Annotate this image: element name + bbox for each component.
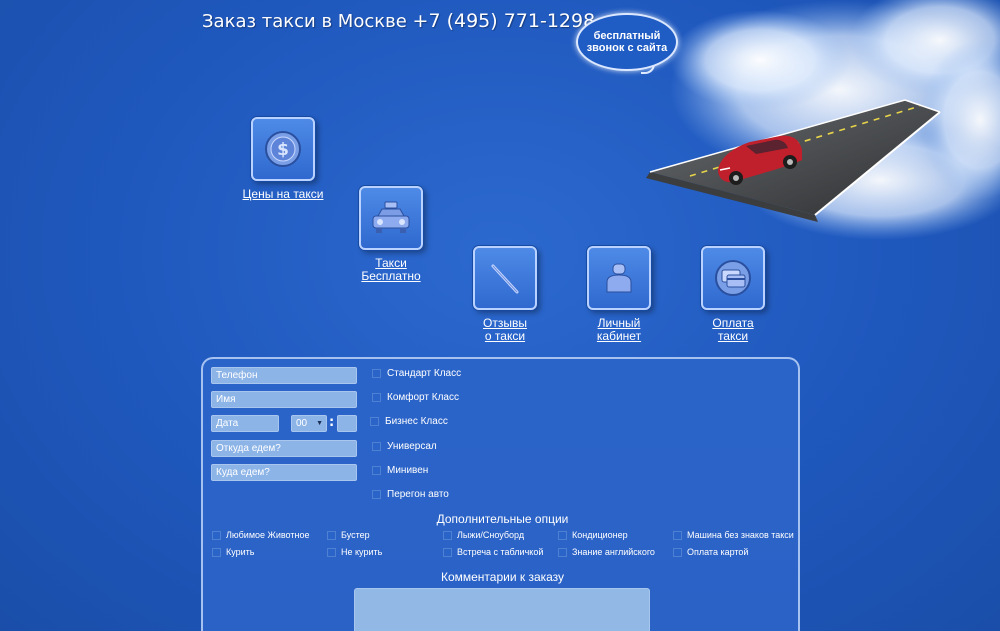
name-field[interactable]: Имя bbox=[211, 391, 357, 408]
minute-field[interactable] bbox=[337, 415, 357, 432]
checkbox[interactable] bbox=[443, 530, 452, 540]
option-smoking[interactable]: Курить bbox=[212, 547, 255, 557]
nav-payment-line1: Оплата bbox=[712, 316, 754, 330]
to-field[interactable]: Куда едем? bbox=[211, 464, 357, 481]
option-non-smoking[interactable]: Не курить bbox=[327, 547, 382, 557]
checkbox[interactable] bbox=[372, 466, 381, 475]
option-label: Бустер bbox=[341, 530, 370, 540]
nav-cabinet-label[interactable]: Личный кабинет bbox=[580, 317, 658, 343]
car-class-label: Универсал bbox=[387, 441, 437, 452]
nav-reviews-label[interactable]: Отзывы о такси bbox=[466, 317, 544, 343]
date-field[interactable]: Дата bbox=[211, 415, 279, 432]
option-label: Машина без знаков такси bbox=[687, 530, 794, 540]
nav-reviews-line1: Отзывы bbox=[483, 316, 527, 330]
nav-cabinet[interactable]: Личный кабинет bbox=[580, 246, 658, 343]
pen-icon bbox=[491, 264, 519, 294]
car-class-comfort[interactable]: Комфорт Класс bbox=[372, 392, 459, 403]
nav-reviews[interactable]: Отзывы о такси bbox=[466, 246, 544, 343]
car-class-wagon[interactable]: Универсал bbox=[372, 441, 437, 452]
option-english[interactable]: Знание английского bbox=[558, 547, 655, 557]
payment-cards-icon bbox=[715, 260, 751, 296]
option-label: Любимое Животное bbox=[226, 530, 310, 540]
hour-select-value: 00 bbox=[296, 418, 308, 429]
option-meet-sign[interactable]: Встреча с табличкой bbox=[443, 547, 543, 557]
nav-free-taxi-label[interactable]: Такси Бесплатно bbox=[352, 257, 430, 283]
taxi-car-icon bbox=[372, 201, 410, 233]
reviews-tile[interactable] bbox=[473, 246, 537, 310]
cabinet-tile[interactable] bbox=[587, 246, 651, 310]
option-label: Кондиционер bbox=[572, 530, 628, 540]
car-class-label: Бизнес Класс bbox=[385, 416, 448, 427]
car-class-label: Стандарт Класс bbox=[387, 368, 462, 379]
time-separator: : bbox=[329, 415, 335, 430]
option-ac[interactable]: Кондиционер bbox=[558, 530, 628, 540]
option-booster[interactable]: Бустер bbox=[327, 530, 370, 540]
car-class-minivan[interactable]: Минивен bbox=[372, 465, 428, 476]
checkbox[interactable] bbox=[372, 369, 381, 378]
option-label: Курить bbox=[226, 547, 255, 557]
nav-prices[interactable]: $ Цены на такси bbox=[240, 117, 326, 201]
free-taxi-tile[interactable] bbox=[359, 186, 423, 250]
checkbox[interactable] bbox=[372, 393, 381, 402]
car-class-transfer[interactable]: Перегон авто bbox=[372, 489, 449, 500]
user-icon bbox=[606, 263, 632, 293]
callback-label: бесплатный звонок с сайта bbox=[586, 30, 668, 54]
comment-textarea[interactable] bbox=[354, 588, 650, 631]
nav-prices-label[interactable]: Цены на такси bbox=[240, 188, 326, 201]
options-title: Дополнительные опции bbox=[436, 512, 569, 526]
prices-tile[interactable]: $ bbox=[251, 117, 315, 181]
callback-button[interactable]: бесплатный звонок с сайта bbox=[576, 13, 678, 71]
from-field[interactable]: Откуда едем? bbox=[211, 440, 357, 457]
nav-cabinet-line2: кабинет bbox=[596, 329, 642, 343]
nav-reviews-line2: о такси bbox=[484, 329, 526, 343]
chevron-down-icon: ▼ bbox=[316, 420, 323, 427]
nav-payment[interactable]: Оплата такси bbox=[694, 246, 772, 343]
option-label: Лыжи/Сноуборд bbox=[457, 530, 525, 540]
nav-free-taxi[interactable]: Такси Бесплатно bbox=[352, 186, 430, 283]
option-pet[interactable]: Любимое Животное bbox=[212, 530, 309, 540]
option-unmarked[interactable]: Машина без знаков такси bbox=[673, 530, 794, 540]
checkbox[interactable] bbox=[212, 547, 221, 557]
checkbox[interactable] bbox=[558, 530, 567, 540]
checkbox[interactable] bbox=[673, 547, 682, 557]
nav-payment-label[interactable]: Оплата такси bbox=[694, 317, 772, 343]
option-label: Знание английского bbox=[572, 547, 655, 557]
checkbox[interactable] bbox=[443, 547, 452, 557]
car-class-label: Перегон авто bbox=[387, 489, 449, 500]
checkbox[interactable] bbox=[212, 530, 221, 540]
page-title: Заказ такси в Москве +7 (495) 771-1298 bbox=[202, 10, 595, 32]
car-class-business[interactable]: Бизнес Класс bbox=[370, 416, 448, 427]
header-title-text: Заказ такси в Москве bbox=[202, 11, 407, 32]
checkbox[interactable] bbox=[372, 442, 381, 451]
payment-tile[interactable] bbox=[701, 246, 765, 310]
hour-select[interactable]: 00 ▼ bbox=[291, 415, 327, 432]
order-form: Телефон Имя Дата 00 ▼ : Откуда едем? Куд… bbox=[201, 357, 800, 631]
nav-payment-line2: такси bbox=[717, 329, 749, 343]
checkbox[interactable] bbox=[372, 490, 381, 499]
checkbox[interactable] bbox=[673, 530, 682, 540]
checkbox[interactable] bbox=[370, 417, 379, 426]
checkbox[interactable] bbox=[327, 547, 336, 557]
nav-free-taxi-line2: Бесплатно bbox=[361, 269, 421, 283]
phone-field[interactable]: Телефон bbox=[211, 367, 357, 384]
nav-cabinet-line1: Личный bbox=[597, 316, 641, 330]
checkbox[interactable] bbox=[327, 530, 336, 540]
option-card-payment[interactable]: Оплата картой bbox=[673, 547, 748, 557]
car-class-standard[interactable]: Стандарт Класс bbox=[372, 368, 461, 379]
option-label: Не курить bbox=[341, 547, 383, 557]
comments-title: Комментарии к заказу bbox=[440, 570, 565, 584]
svg-text:$: $ bbox=[277, 140, 289, 160]
option-ski[interactable]: Лыжи/Сноуборд bbox=[443, 530, 524, 540]
car-class-label: Комфорт Класс bbox=[387, 392, 459, 403]
car-class-label: Минивен bbox=[387, 465, 429, 476]
dollar-coin-icon: $ bbox=[265, 131, 301, 167]
nav-free-taxi-line1: Такси bbox=[375, 256, 407, 270]
checkbox[interactable] bbox=[558, 547, 567, 557]
option-label: Встреча с табличкой bbox=[457, 547, 544, 557]
option-label: Оплата картой bbox=[687, 547, 749, 557]
